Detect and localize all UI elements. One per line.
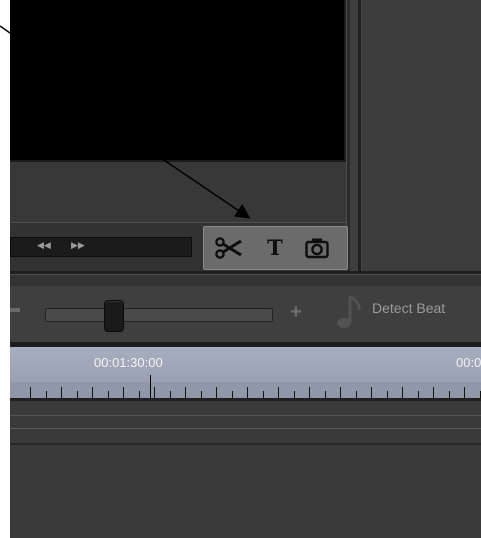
track-separator bbox=[10, 415, 481, 416]
zoom-slider-thumb[interactable] bbox=[103, 300, 124, 332]
zoom-in-button[interactable]: + bbox=[290, 302, 302, 322]
ruler-timecode: 00:0 bbox=[456, 355, 481, 370]
track-separator bbox=[10, 428, 481, 429]
fast-forward-button[interactable]: ▶▶ bbox=[71, 239, 85, 253]
rewind-button[interactable]: ◀◀ bbox=[37, 239, 51, 253]
title-button[interactable]: T bbox=[260, 233, 290, 263]
scissors-icon bbox=[215, 237, 242, 259]
right-panel bbox=[361, 0, 481, 275]
snapshot-button[interactable] bbox=[302, 233, 332, 263]
ruler-background bbox=[10, 347, 481, 382]
annotation-arrow-line bbox=[0, 25, 11, 34]
video-editor-window: ◀◀ ▶▶ T + Detect Beat 00:01:30:00 00:0 bbox=[10, 0, 481, 538]
ruler-timecode: 00:01:30:00 bbox=[94, 355, 163, 370]
detect-beat-button[interactable]: Detect Beat bbox=[372, 300, 445, 316]
timeline-zoom-row: + Detect Beat bbox=[10, 286, 481, 346]
zoom-slider[interactable] bbox=[45, 308, 273, 322]
preview-control-bar: ◀◀ ▶▶ T bbox=[10, 222, 348, 271]
ruler-tick-strip bbox=[10, 382, 481, 398]
tool-group: T bbox=[203, 226, 348, 270]
title-icon: T bbox=[267, 235, 283, 260]
camera-icon bbox=[305, 238, 329, 259]
zoom-out-button[interactable] bbox=[10, 308, 20, 312]
timeline-track-area[interactable] bbox=[10, 401, 481, 538]
preview-panel bbox=[10, 0, 357, 225]
preview-screen bbox=[10, 0, 346, 162]
track-separator bbox=[10, 443, 481, 445]
preview-lower-area bbox=[10, 162, 346, 222]
panel-splitter-handle[interactable] bbox=[350, 0, 358, 275]
scrub-track[interactable]: ◀◀ ▶▶ bbox=[10, 237, 192, 257]
timeline-ruler[interactable]: 00:01:30:00 00:0 bbox=[10, 347, 481, 413]
music-note-icon bbox=[337, 294, 361, 328]
split-button[interactable] bbox=[214, 233, 244, 263]
